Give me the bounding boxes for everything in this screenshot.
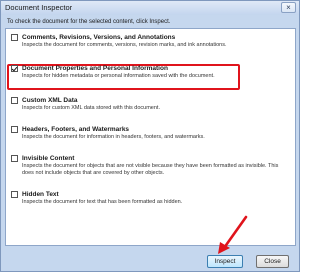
inspection-options-panel: Comments, Revisions, Versions, and Annot…: [5, 28, 296, 246]
checkbox-hidden-text[interactable]: [11, 191, 18, 198]
option-description: Inspects the document for objects that a…: [22, 163, 279, 176]
option-title: Document Properties and Personal Informa…: [22, 65, 168, 72]
option-title: Custom XML Data: [22, 97, 78, 104]
option-title: Hidden Text: [22, 191, 59, 198]
option-description: Inspects the document for comments, vers…: [22, 42, 227, 48]
option-description: Inspects the document for text that has …: [22, 199, 183, 205]
option-description: Inspects for custom XML data stored with…: [22, 105, 160, 111]
dialog-title: Document Inspector: [5, 3, 73, 12]
instruction-text: To check the document for the selected c…: [7, 19, 171, 25]
option-invisible-content[interactable]: Invisible Content Inspects the document …: [6, 153, 295, 189]
checkbox-custom-xml[interactable]: [11, 97, 18, 104]
checkbox-comments[interactable]: [11, 34, 18, 41]
document-inspector-dialog: Document Inspector × To check the docume…: [0, 0, 300, 272]
checkbox-headers-footers[interactable]: [11, 126, 18, 133]
option-title: Headers, Footers, and Watermarks: [22, 126, 130, 133]
close-window-button[interactable]: ×: [281, 2, 296, 13]
option-hidden-text[interactable]: Hidden Text Inspects the document for te…: [6, 189, 295, 225]
red-arrow-annotation: [218, 215, 248, 254]
option-description: Inspects for hidden metadata or personal…: [22, 73, 215, 79]
checkbox-invisible-content[interactable]: [11, 155, 18, 162]
option-document-properties[interactable]: Document Properties and Personal Informa…: [6, 63, 295, 99]
close-icon: ×: [286, 3, 291, 12]
checkbox-document-properties[interactable]: [11, 65, 18, 72]
option-title: Comments, Revisions, Versions, and Annot…: [22, 34, 176, 41]
title-bar: Document Inspector ×: [1, 1, 299, 15]
close-button[interactable]: Close: [256, 255, 289, 268]
option-title: Invisible Content: [22, 155, 75, 162]
inspect-button[interactable]: Inspect: [207, 255, 243, 268]
option-description: Inspects the document for information in…: [22, 134, 205, 140]
